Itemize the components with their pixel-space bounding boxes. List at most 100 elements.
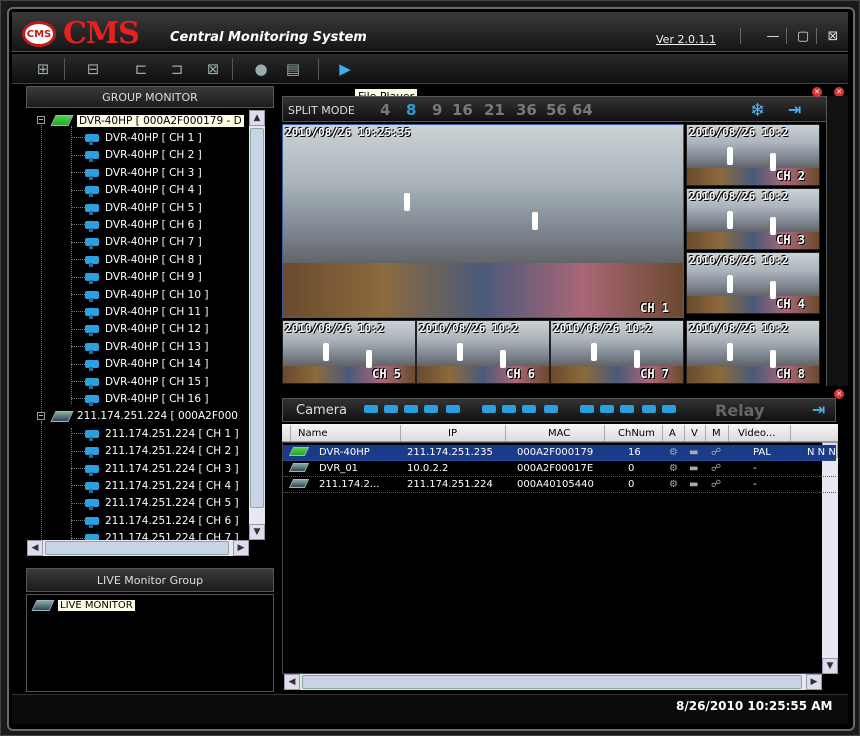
split-mode-21[interactable]: 21 bbox=[484, 101, 505, 119]
delete-group-icon[interactable]: ⊠ bbox=[202, 60, 224, 78]
tree-vertical-scrollbar[interactable]: ▲ ▼ bbox=[249, 110, 265, 540]
add-group-icon[interactable]: ⊏ bbox=[130, 60, 152, 78]
camera-select-icon[interactable] bbox=[580, 405, 594, 413]
tree-channel-item[interactable]: DVR-40HP [ CH 1 ] bbox=[85, 129, 202, 146]
camera-select-icon[interactable] bbox=[544, 405, 558, 413]
scroll-thumb[interactable] bbox=[45, 541, 229, 555]
camera-select-icon[interactable] bbox=[600, 405, 614, 413]
record-icon[interactable]: ● bbox=[250, 60, 272, 78]
tree-channel-item[interactable]: 211.174.251.224 [ CH 7 ] bbox=[85, 530, 239, 540]
main-video-tile[interactable]: 2010/08/26 10:25:35 CH 1 bbox=[282, 124, 684, 318]
camera-select-icon[interactable] bbox=[522, 405, 536, 413]
tree-channel-item[interactable]: DVR-40HP [ CH 12 ] bbox=[85, 321, 208, 338]
minimize-button[interactable]: — bbox=[764, 28, 782, 44]
video-tile[interactable]: 2010/08/26 10:2 CH 4 bbox=[686, 252, 820, 314]
tree-channel-item[interactable]: 211.174.251.224 [ CH 2 ] bbox=[85, 443, 239, 460]
camera-select-icon[interactable] bbox=[620, 405, 634, 413]
video-tile[interactable]: 2010/08/26 10:2 CH 5 bbox=[282, 320, 416, 384]
tree-horizontal-scrollbar[interactable]: ◀ ▶ bbox=[27, 540, 249, 556]
maximize-button[interactable]: ▢ bbox=[794, 28, 812, 44]
tree-channel-item[interactable]: 211.174.251.224 [ CH 1 ] bbox=[85, 425, 239, 442]
camera-select-icon[interactable] bbox=[662, 405, 676, 413]
video-tile[interactable]: 2010/08/26 10:2 CH 7 bbox=[550, 320, 684, 384]
column-header[interactable]: A bbox=[669, 428, 676, 439]
file-player-icon[interactable]: ▶ bbox=[334, 60, 356, 78]
camera-select-icon[interactable] bbox=[642, 405, 656, 413]
tree-channel-item[interactable]: 211.174.251.224 [ CH 4 ] bbox=[85, 477, 239, 494]
column-header[interactable]: MAC bbox=[548, 428, 570, 439]
exit-split-icon[interactable]: ⇥ bbox=[788, 100, 801, 119]
tree-channel-item[interactable]: DVR-40HP [ CH 15 ] bbox=[85, 373, 208, 390]
add-device-icon[interactable]: ⊟ bbox=[82, 60, 104, 78]
close-button[interactable]: ⊠ bbox=[824, 28, 842, 44]
list-horizontal-scrollbar[interactable]: ◀ ▶ bbox=[284, 674, 822, 690]
video-tile[interactable]: 2010/08/26 10:2 CH 6 bbox=[416, 320, 550, 384]
column-header[interactable]: Video... bbox=[738, 428, 775, 439]
exit-camera-icon[interactable]: ⇥ bbox=[812, 400, 825, 419]
expand-collapse-icon[interactable]: − bbox=[37, 116, 45, 124]
scroll-right-icon[interactable]: ▶ bbox=[233, 540, 249, 556]
tree-channel-item[interactable]: 211.174.251.224 [ CH 3 ] bbox=[85, 460, 239, 477]
video-tile[interactable]: 2010/08/26 10:2 CH 8 bbox=[686, 320, 820, 384]
tree-device-1[interactable]: DVR-40HP [ 000A2F000179 - D bbox=[50, 112, 244, 129]
tree-channel-item[interactable]: DVR-40HP [ CH 10 ] bbox=[85, 286, 208, 303]
close-panel-icon[interactable]: ✕ bbox=[834, 389, 844, 399]
tree-channel-item[interactable]: DVR-40HP [ CH 11 ] bbox=[85, 303, 208, 320]
tree-channel-item[interactable]: DVR-40HP [ CH 13 ] bbox=[85, 338, 208, 355]
device-row[interactable]: 211.174.2... 211.174.251.224 000A40105440 0… bbox=[283, 477, 836, 493]
camera-select-icon[interactable] bbox=[364, 405, 378, 413]
tree-channel-item[interactable]: DVR-40HP [ CH 7 ] bbox=[85, 234, 202, 251]
tree-channel-item[interactable]: DVR-40HP [ CH 2 ] bbox=[85, 147, 202, 164]
edit-group-icon[interactable]: ⊐ bbox=[166, 60, 188, 78]
camera-select-icon[interactable] bbox=[384, 405, 398, 413]
split-mode-36[interactable]: 36 bbox=[516, 101, 537, 119]
scroll-down-icon[interactable]: ▼ bbox=[249, 524, 265, 540]
scroll-left-icon[interactable]: ◀ bbox=[284, 674, 300, 690]
database-icon[interactable]: ▤ bbox=[282, 60, 304, 78]
camera-select-icon[interactable] bbox=[502, 405, 516, 413]
split-mode-9[interactable]: 9 bbox=[432, 101, 442, 119]
video-tile[interactable]: 2010/08/26 10:2 CH 2 bbox=[686, 124, 820, 186]
scroll-left-icon[interactable]: ◀ bbox=[27, 540, 43, 556]
camera-select-icon[interactable] bbox=[482, 405, 496, 413]
camera-select-icon[interactable] bbox=[404, 405, 418, 413]
relay-label[interactable]: Relay bbox=[715, 401, 764, 420]
tree-channel-item[interactable]: DVR-40HP [ CH 8 ] bbox=[85, 251, 202, 268]
column-header[interactable]: Name bbox=[298, 428, 328, 439]
tree-channel-item[interactable]: DVR-40HP [ CH 4 ] bbox=[85, 182, 202, 199]
tree-channel-item[interactable]: DVR-40HP [ CH 3 ] bbox=[85, 164, 202, 181]
camera-select-icon[interactable] bbox=[424, 405, 438, 413]
tree-channel-item[interactable]: DVR-40HP [ CH 16 ] bbox=[85, 390, 208, 407]
tree-channel-item[interactable]: 211.174.251.224 [ CH 5 ] bbox=[85, 495, 239, 512]
version-link[interactable]: Ver 2.0.1.1 bbox=[656, 33, 716, 46]
column-header[interactable]: V bbox=[691, 428, 698, 439]
tree-channel-item[interactable]: 211.174.251.224 [ CH 6 ] bbox=[85, 512, 239, 529]
split-mode-56[interactable]: 56 bbox=[546, 101, 567, 119]
column-header[interactable]: ChNum bbox=[618, 428, 655, 439]
column-header[interactable]: M bbox=[712, 428, 721, 439]
live-monitor-item[interactable]: LIVE MONITOR bbox=[31, 600, 135, 611]
device-row[interactable]: DVR-40HP 211.174.251.235 000A2F000179 16 PAL… bbox=[283, 445, 836, 461]
expand-collapse-icon[interactable]: − bbox=[37, 411, 45, 420]
split-mode-4[interactable]: 4 bbox=[380, 101, 390, 119]
column-header[interactable]: IP bbox=[448, 428, 457, 439]
close-panel-icon[interactable]: ✕ bbox=[812, 87, 822, 97]
tree-device-2[interactable]: 211.174.251.224 [ 000A2F000 bbox=[50, 408, 238, 425]
scroll-thumb[interactable] bbox=[250, 128, 264, 508]
device-row[interactable]: DVR_01 10.0.2.2 000A2F00017E 0 - ⚙ ▬ ☍ bbox=[283, 461, 836, 477]
tree-channel-item[interactable]: DVR-40HP [ CH 9 ] bbox=[85, 269, 202, 286]
tree-channel-item[interactable]: DVR-40HP [ CH 14 ] bbox=[85, 356, 208, 373]
scroll-thumb[interactable] bbox=[302, 675, 802, 689]
tree-channel-item[interactable]: DVR-40HP [ CH 5 ] bbox=[85, 199, 202, 216]
split-mode-16[interactable]: 16 bbox=[452, 101, 473, 119]
freeze-icon[interactable]: ❄ bbox=[750, 100, 765, 121]
layout-grid-icon[interactable]: ⊞ bbox=[32, 60, 54, 78]
scroll-right-icon[interactable]: ▶ bbox=[806, 674, 822, 690]
video-tile[interactable]: 2010/08/26 10:2 CH 3 bbox=[686, 188, 820, 250]
split-mode-8[interactable]: 8 bbox=[406, 101, 416, 119]
scroll-down-icon[interactable]: ▼ bbox=[822, 658, 838, 674]
scroll-up-icon[interactable]: ▲ bbox=[249, 110, 265, 126]
split-mode-64[interactable]: 64 bbox=[572, 101, 593, 119]
tree-channel-item[interactable]: DVR-40HP [ CH 6 ] bbox=[85, 216, 202, 233]
camera-select-icon[interactable] bbox=[446, 405, 460, 413]
